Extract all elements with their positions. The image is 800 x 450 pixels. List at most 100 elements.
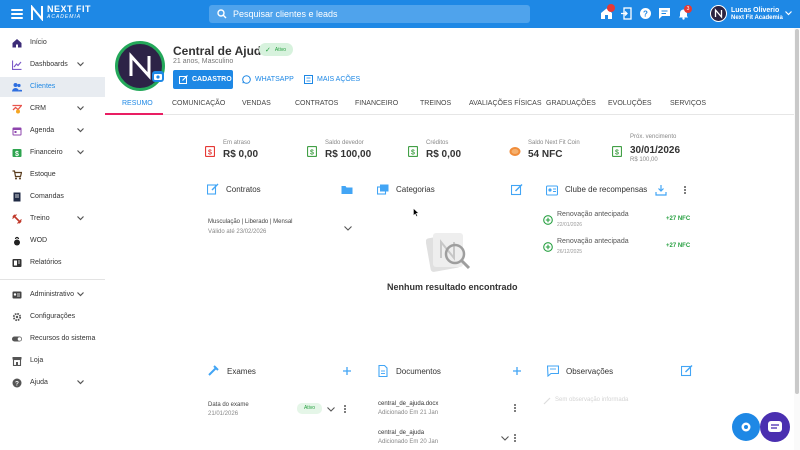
chevron-down-icon <box>77 292 84 297</box>
scrollbar-thumb[interactable] <box>795 29 799 394</box>
tab-financeiro[interactable]: FINANCEIRO <box>355 100 398 107</box>
next-fit-logo-icon <box>31 5 43 21</box>
document-date: Adicionado Em 21 Jan <box>378 410 439 416</box>
sidebar-item-estoque[interactable]: Estoque <box>0 165 105 185</box>
stat-value: R$ 100,00 <box>325 149 372 160</box>
sidebar-item-label: Financeiro <box>30 149 63 156</box>
stat-value: 30/01/2026 <box>630 145 681 156</box>
chevron-down-icon[interactable] <box>501 436 509 441</box>
tab-evolucoes[interactable]: EVOLUÇÕES <box>608 100 652 107</box>
search-icon <box>217 9 227 19</box>
document-more-icon[interactable] <box>514 404 517 413</box>
contract-item-validity: Válido até 23/02/2026 <box>208 229 267 235</box>
stat-label: Saldo devedor <box>325 140 364 146</box>
menu-icon[interactable] <box>11 9 23 19</box>
observations-title: Observações <box>566 367 614 376</box>
chevron-down-icon[interactable] <box>344 226 352 231</box>
sidebar-item-agenda[interactable]: Agenda <box>0 121 105 141</box>
tab-avaliacoes[interactable]: AVALIAÇÕES FÍSICAS <box>469 100 542 107</box>
more-actions-button[interactable]: MAIS AÇÕES <box>304 70 360 89</box>
tab-graduacoes[interactable]: GRADUAÇÕES <box>546 100 596 107</box>
chevron-down-icon <box>77 150 84 155</box>
user-menu-chevron-icon[interactable] <box>785 11 792 16</box>
rewards-more-icon[interactable] <box>684 186 687 195</box>
tab-servicos[interactable]: SERVIÇOS <box>670 100 706 107</box>
svg-text:$: $ <box>411 149 415 156</box>
reward-value: +27 NFC <box>666 243 691 249</box>
sidebar-item-loja[interactable]: Loja <box>0 351 105 371</box>
admin-card-icon <box>12 291 22 299</box>
contract-item-title[interactable]: Musculação | Liberado | Mensal <box>208 219 293 225</box>
add-exam-icon[interactable] <box>341 365 353 377</box>
user-academy: Next Fit Academia <box>731 15 783 21</box>
chevron-down-icon[interactable] <box>327 407 335 412</box>
exam-status-badge: Ativo <box>297 403 322 414</box>
client-details: 21 anos, Masculino <box>173 58 234 65</box>
document-name[interactable]: central_de_ajuda <box>378 430 424 436</box>
sidebar: Início Dashboards Clientes CRM Agenda $ … <box>0 28 105 450</box>
contract-edit-icon <box>207 183 219 195</box>
tab-resumo[interactable]: RESUMO <box>122 100 153 107</box>
camera-button[interactable] <box>152 71 164 82</box>
sidebar-item-ajuda[interactable]: ? Ajuda <box>0 373 105 393</box>
whatsapp-button[interactable]: WHATSAPP <box>242 70 294 89</box>
document-name[interactable]: central_de_ajuda.docx <box>378 401 438 407</box>
edit-observation-icon[interactable] <box>681 365 693 377</box>
download-icon[interactable] <box>655 184 667 196</box>
chat-support-button[interactable] <box>760 412 790 442</box>
profile-tabs: RESUMO COMUNICAÇÃO VENDAS CONTRATOS FINA… <box>105 95 800 115</box>
sidebar-item-label: CRM <box>30 105 46 112</box>
tab-comunicacao[interactable]: COMUNICAÇÃO <box>172 100 225 107</box>
add-document-icon[interactable] <box>511 365 523 377</box>
client-name: Central de Ajuda <box>173 44 268 58</box>
grid-icon <box>304 75 313 84</box>
help-circle-icon[interactable]: ? <box>639 7 652 20</box>
active-tab-indicator <box>105 113 163 115</box>
sidebar-item-clientes[interactable]: Clientes <box>0 77 105 97</box>
sidebar-item-administrativo[interactable]: Administrativo <box>0 285 105 305</box>
search-input[interactable]: Pesquisar clientes e leads <box>209 5 530 23</box>
edit-icon[interactable] <box>511 184 523 196</box>
login-icon[interactable] <box>620 7 633 20</box>
help-icon: ? <box>12 378 22 388</box>
app-logo[interactable]: NEXT FIT ACADEMIA <box>30 5 91 21</box>
reward-value: +27 NFC <box>666 216 691 222</box>
sidebar-item-inicio[interactable]: Início <box>0 33 105 53</box>
sidebar-item-comandas[interactable]: Comandas <box>0 187 105 207</box>
tab-vendas[interactable]: VENDAS <box>242 100 271 107</box>
client-avatar[interactable] <box>115 41 165 91</box>
status-badge: ✓ Ativo <box>259 43 293 56</box>
sidebar-item-configuracoes[interactable]: Configurações <box>0 307 105 327</box>
sidebar-item-financeiro[interactable]: $ Financeiro <box>0 143 105 163</box>
stat-label: Créditos <box>426 140 449 146</box>
sidebar-item-label: Ajuda <box>30 379 48 386</box>
tab-treinos[interactable]: TREINOS <box>420 100 451 107</box>
assistant-button[interactable] <box>732 413 760 441</box>
stat-label: Em atraso <box>223 140 251 146</box>
exam-icon <box>208 365 219 376</box>
user-name[interactable]: Lucas Oliverio <box>731 7 779 14</box>
reward-name: Renovação antecipada <box>557 211 629 218</box>
sidebar-item-label: Configurações <box>30 313 76 320</box>
top-bar: NEXT FIT ACADEMIA Pesquisar clientes e l… <box>0 0 800 28</box>
chat-bubble-icon <box>768 421 782 432</box>
debt-money-icon: $ <box>307 146 317 157</box>
folder-icon[interactable] <box>341 184 353 196</box>
tab-contratos[interactable]: CONTRATOS <box>295 100 338 107</box>
coin-icon <box>509 147 521 156</box>
exam-more-icon[interactable] <box>344 405 347 414</box>
sidebar-item-crm[interactable]: CRM <box>0 99 105 119</box>
pencil-icon <box>543 397 551 405</box>
chat-icon[interactable] <box>658 7 671 20</box>
sidebar-item-dashboards[interactable]: Dashboards <box>0 55 105 75</box>
sidebar-item-wod[interactable]: WOD <box>0 231 105 251</box>
user-avatar[interactable] <box>710 5 727 22</box>
document-more-icon[interactable] <box>514 434 517 443</box>
calendar-icon <box>12 127 22 136</box>
plus-circle-icon <box>543 242 553 252</box>
cadastro-button[interactable]: CADASTRO <box>173 70 233 89</box>
sidebar-item-treino[interactable]: Treino <box>0 209 105 229</box>
document-date: Adicionado Em 20 Jan <box>378 439 439 445</box>
sidebar-item-relatorios[interactable]: Relatórios <box>0 253 105 273</box>
sidebar-item-recursos[interactable]: Recursos do sistema <box>0 329 105 349</box>
